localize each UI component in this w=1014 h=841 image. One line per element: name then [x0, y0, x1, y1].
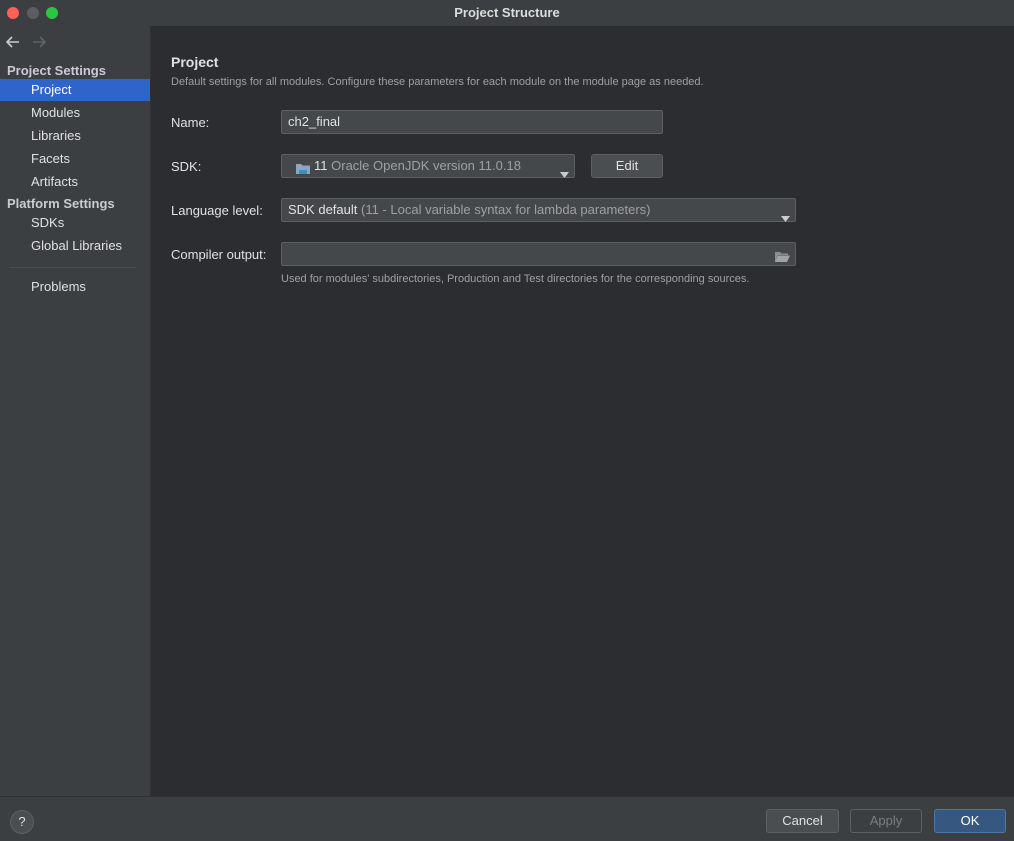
window-title: Project Structure [454, 5, 560, 20]
sdk-name: Oracle OpenJDK version 11.0.18 [331, 158, 521, 173]
forward-arrow-icon[interactable] [30, 33, 48, 51]
ok-button[interactable]: OK [934, 809, 1006, 833]
sidebar-item-libraries[interactable]: Libraries [0, 125, 150, 147]
page-title: Project [171, 54, 219, 70]
language-level-detail: (11 - Local variable syntax for lambda p… [361, 202, 651, 217]
platform-settings-header: Platform Settings [7, 196, 115, 211]
name-input[interactable]: ch2_final [281, 110, 663, 134]
help-button[interactable]: ? [10, 810, 34, 834]
language-level-value: SDK default [288, 202, 358, 217]
chevron-down-icon [560, 163, 569, 178]
language-level-select[interactable]: SDK default (11 - Local variable syntax … [281, 198, 796, 222]
project-settings-header: Project Settings [7, 63, 106, 78]
back-arrow-icon[interactable] [4, 33, 22, 51]
sidebar-item-facets[interactable]: Facets [0, 148, 150, 170]
project-settings-panel: Project Default settings for all modules… [151, 26, 1014, 796]
compiler-output-hint: Used for modules' subdirectories, Produc… [281, 273, 750, 285]
sidebar-item-sdks[interactable]: SDKs [0, 212, 150, 234]
compiler-output-input[interactable] [281, 242, 796, 266]
sdk-select[interactable]: 11 Oracle OpenJDK version 11.0.18 [281, 154, 575, 178]
title-bar: Project Structure [0, 0, 1014, 26]
dialog-footer: ? Cancel Apply OK [0, 796, 1014, 841]
sidebar: Project Settings Project Modules Librari… [0, 26, 151, 796]
sidebar-item-problems[interactable]: Problems [0, 276, 150, 298]
language-level-label: Language level: [171, 203, 263, 218]
sidebar-item-artifacts[interactable]: Artifacts [0, 171, 150, 193]
sdk-version: 11 [314, 158, 328, 173]
chevron-down-icon [781, 207, 790, 222]
sidebar-item-project[interactable]: Project [0, 79, 150, 101]
name-label: Name: [171, 115, 210, 130]
browse-folder-icon[interactable] [774, 248, 790, 262]
page-description: Default settings for all modules. Config… [171, 76, 704, 88]
sidebar-divider [9, 267, 136, 268]
compiler-output-label: Compiler output: [171, 247, 267, 262]
sidebar-item-modules[interactable]: Modules [0, 102, 150, 124]
apply-button[interactable]: Apply [850, 809, 922, 833]
cancel-button[interactable]: Cancel [766, 809, 839, 833]
sdk-label: SDK: [171, 159, 202, 174]
edit-sdk-button[interactable]: Edit [591, 154, 663, 178]
sidebar-item-global-libraries[interactable]: Global Libraries [0, 235, 150, 257]
sdk-folder-icon [295, 160, 311, 174]
